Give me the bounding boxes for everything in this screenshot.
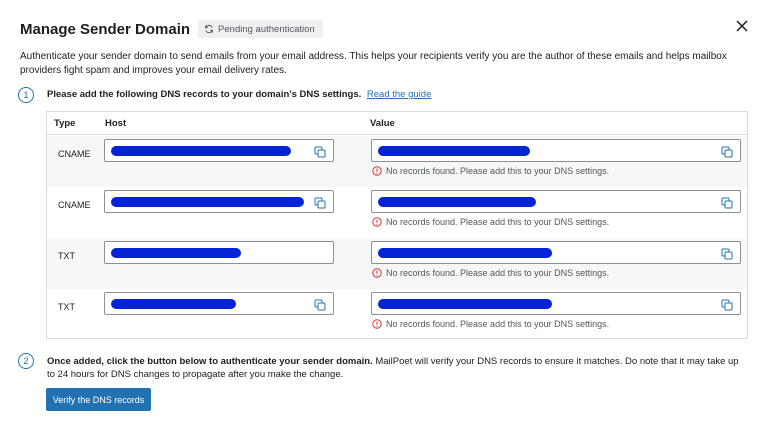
record-error: No records found. Please add this to you… <box>372 217 609 227</box>
value-field[interactable] <box>371 241 741 264</box>
step-2-number: 2 <box>18 353 34 369</box>
modal-title: Manage Sender Domain <box>20 20 191 38</box>
error-icon <box>372 268 382 278</box>
read-the-guide-link[interactable]: Read the guide <box>367 89 431 100</box>
redacted-host <box>111 146 291 156</box>
close-icon <box>736 19 748 37</box>
redacted-value <box>378 146 530 156</box>
record-error-text: No records found. Please add this to you… <box>386 217 610 227</box>
record-type: CNAME <box>58 149 91 159</box>
manage-sender-domain-modal: Manage Sender Domain Pending authenticat… <box>0 0 768 438</box>
record-type: CNAME <box>58 200 91 210</box>
step-1-text: Please add the following DNS records to … <box>47 89 362 100</box>
copy-icon[interactable] <box>314 145 326 158</box>
column-header-host: Host <box>105 118 127 129</box>
record-error-text: No records found. Please add this to you… <box>386 319 610 329</box>
status-badge-label: Pending authentication <box>218 23 315 35</box>
table-row: CNAME No records found. Please add this … <box>47 136 747 187</box>
value-field[interactable] <box>371 292 741 315</box>
copy-icon[interactable] <box>314 298 326 311</box>
column-header-value: Value <box>370 118 395 129</box>
step-1-number: 1 <box>18 87 34 103</box>
copy-icon[interactable] <box>314 196 326 209</box>
step-2-bold-text: Once added, click the button below to au… <box>47 356 373 367</box>
host-field[interactable] <box>104 190 334 213</box>
record-error: No records found. Please add this to you… <box>372 268 609 278</box>
verify-dns-records-button[interactable]: Verify the DNS records <box>46 388 151 411</box>
redacted-value <box>378 248 552 258</box>
host-field[interactable] <box>104 292 334 315</box>
value-field[interactable] <box>371 190 741 213</box>
table-row: TXT No records found. Please add this to… <box>47 289 747 340</box>
host-field[interactable] <box>104 139 334 162</box>
redacted-host <box>111 299 236 309</box>
dns-records-table: Type Host Value CNAME No records found. … <box>46 111 748 339</box>
redacted-host <box>111 248 241 258</box>
table-header: Type Host Value <box>47 112 747 135</box>
close-button[interactable] <box>734 20 750 36</box>
redacted-value <box>378 299 552 309</box>
error-icon <box>372 319 382 329</box>
redacted-host <box>111 197 304 207</box>
copy-icon[interactable] <box>721 298 733 311</box>
table-row: TXT No records found. Please add this to… <box>47 238 747 289</box>
record-type: TXT <box>58 302 75 312</box>
record-error: No records found. Please add this to you… <box>372 319 609 329</box>
record-error-text: No records found. Please add this to you… <box>386 268 610 278</box>
copy-icon[interactable] <box>721 196 733 209</box>
column-header-type: Type <box>54 118 76 129</box>
record-error: No records found. Please add this to you… <box>372 166 609 176</box>
value-field[interactable] <box>371 139 741 162</box>
table-row: CNAME No records found. Please add this … <box>47 187 747 238</box>
error-icon <box>372 166 382 176</box>
copy-icon[interactable] <box>721 247 733 260</box>
copy-icon[interactable] <box>721 145 733 158</box>
modal-header: Manage Sender Domain Pending authenticat… <box>20 18 323 40</box>
intro-text: Authenticate your sender domain to send … <box>20 51 727 76</box>
sync-icon <box>204 24 214 34</box>
status-badge: Pending authentication <box>198 20 323 38</box>
host-field[interactable] <box>104 241 334 264</box>
step-1-instructions: Please add the following DNS records to … <box>47 89 431 100</box>
redacted-value <box>378 197 536 207</box>
record-error-text: No records found. Please add this to you… <box>386 166 610 176</box>
record-type: TXT <box>58 251 75 261</box>
step-2-instructions: Once added, click the button below to au… <box>47 355 747 381</box>
error-icon <box>372 217 382 227</box>
